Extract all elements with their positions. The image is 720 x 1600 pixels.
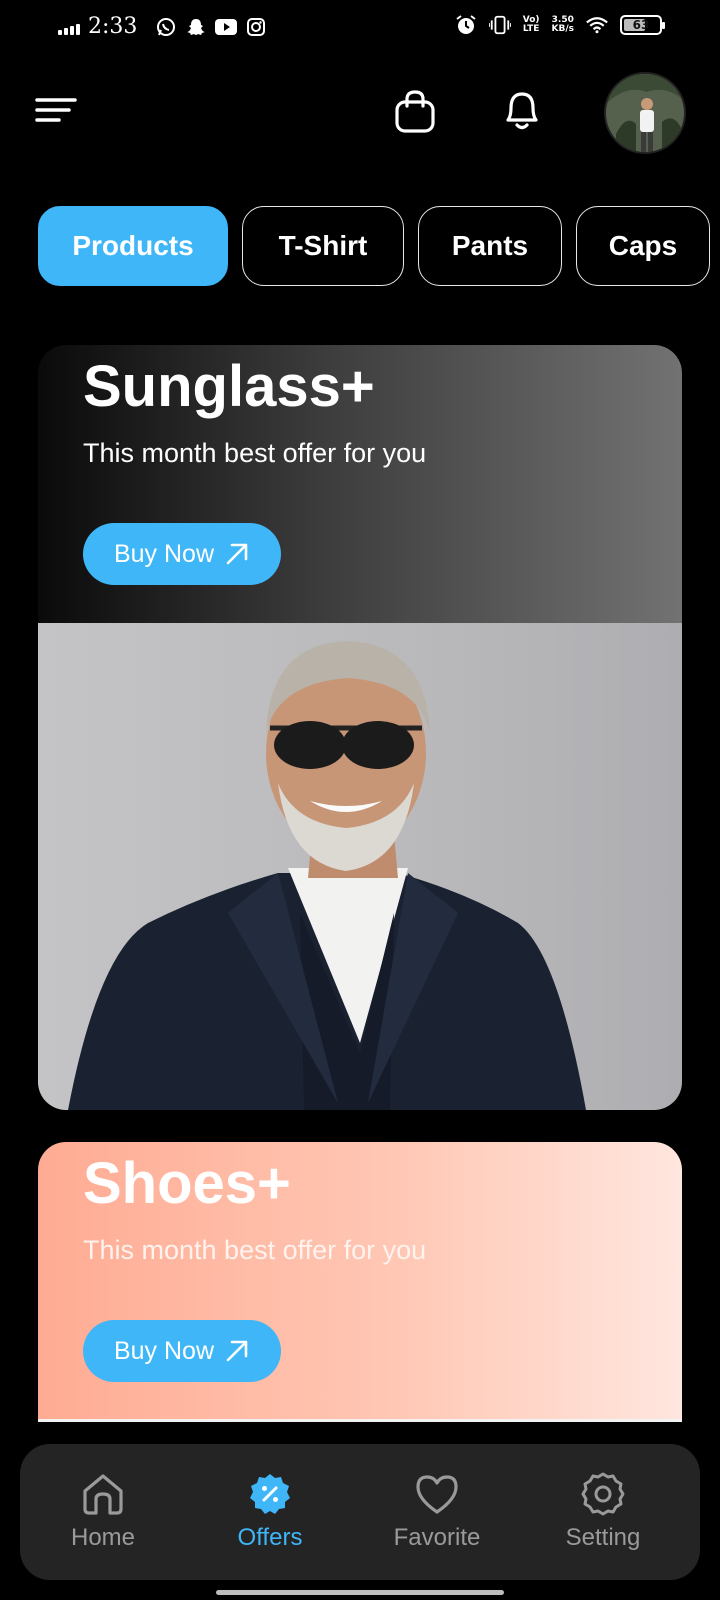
battery-level: 63 [632, 18, 650, 32]
buy-now-button[interactable]: Buy Now [83, 1320, 281, 1382]
arrow-up-right-icon [226, 1340, 248, 1362]
battery-icon: 63 [620, 15, 665, 35]
home-indicator[interactable] [216, 1590, 504, 1595]
shoes-offer-card[interactable]: Shoes+ This month best offer for you Buy… [38, 1142, 682, 1422]
status-right: Vo) LTE 3.50 KB/s 63 [455, 14, 665, 36]
offers-badge-icon [246, 1470, 294, 1518]
gear-icon [579, 1470, 627, 1518]
youtube-icon [215, 16, 238, 38]
sunglass-offer-card[interactable]: Sunglass+ This month best offer for you … [38, 345, 682, 1110]
tab-caps[interactable]: Caps [576, 206, 710, 286]
buy-now-label: Buy Now [113, 1336, 215, 1365]
nav-setting[interactable]: Setting [528, 1444, 678, 1580]
alarm-icon [455, 14, 477, 36]
nav-label: Home [70, 1524, 136, 1551]
buy-now-button[interactable]: Buy Now [83, 523, 281, 585]
wifi-icon [586, 14, 608, 36]
instagram-icon [245, 16, 267, 38]
card-title: Sunglass+ [83, 354, 375, 419]
app-header [0, 68, 720, 158]
nav-offers[interactable]: Offers [195, 1444, 345, 1580]
status-bar: 2:33 Vo) LTE 3.50 KB/s 63 [0, 0, 720, 58]
avatar[interactable] [604, 72, 686, 154]
card-subtitle: This month best offer for you [83, 1235, 427, 1265]
network-speed-unit: KB/s [551, 24, 574, 34]
status-time: 2:33 [88, 14, 138, 39]
home-icon [79, 1470, 127, 1518]
whatsapp-icon [155, 16, 177, 38]
nav-label: Setting [565, 1524, 641, 1551]
nav-label: Offers [237, 1524, 303, 1551]
network-speed: 3.50 KB/s [552, 16, 574, 34]
menu-icon[interactable] [34, 90, 78, 130]
volte-indicator: Vo) LTE [523, 16, 540, 34]
sunglass-model-image [38, 623, 682, 1110]
nav-favorite[interactable]: Favorite [362, 1444, 512, 1580]
card-subtitle: This month best offer for you [83, 438, 427, 468]
volte-bottom: LTE [522, 24, 540, 34]
app-screen: 2:33 Vo) LTE 3.50 KB/s 63 Products T-Shi… [0, 0, 720, 1600]
snapchat-icon [185, 16, 207, 38]
arrow-up-right-icon [226, 543, 248, 565]
signal-icon [58, 19, 80, 35]
nav-label: Favorite [393, 1524, 481, 1551]
status-left: 2:33 [58, 14, 267, 39]
shopping-bag-icon[interactable] [392, 88, 438, 134]
buy-now-label: Buy Now [113, 539, 215, 568]
bottom-navigation: Home Offers Favorite Setting [20, 1444, 700, 1580]
tab-pants[interactable]: Pants [418, 206, 562, 286]
heart-icon [413, 1470, 461, 1518]
vibrate-icon [488, 14, 511, 36]
sunglass-card-header: Sunglass+ This month best offer for you … [38, 345, 682, 623]
card-divider [38, 1419, 682, 1422]
tab-products[interactable]: Products [38, 206, 228, 286]
card-title: Shoes+ [83, 1151, 291, 1216]
category-tabs: Products T-Shirt Pants Caps [38, 206, 710, 286]
bell-icon[interactable] [498, 86, 546, 134]
tab-t-shirt[interactable]: T-Shirt [242, 206, 404, 286]
nav-home[interactable]: Home [28, 1444, 178, 1580]
